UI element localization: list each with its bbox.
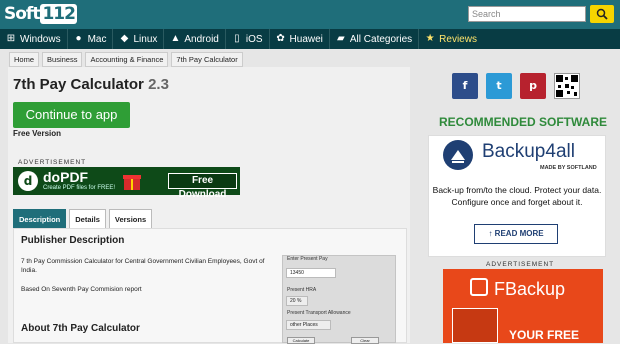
app-name: 7th Pay Calculator (13, 76, 144, 93)
nav-ios[interactable]: ▯ iOS (226, 29, 270, 49)
screenshot-field: 20 % (286, 296, 308, 306)
screenshot-field: other Places (286, 320, 331, 330)
logo-number: 112 (40, 4, 77, 24)
publisher-text: 7 th Pay Commission Calculator for Centr… (21, 258, 265, 274)
read-more-button[interactable]: ↑ READ MORE (474, 224, 558, 244)
search-button[interactable] (590, 5, 614, 23)
gift-icon (123, 175, 141, 190)
tab-bar: Description Details Versions (13, 209, 155, 230)
breadcrumb-current[interactable]: 7th Pay Calculator (171, 52, 243, 67)
search-icon (596, 8, 608, 20)
twitter-icon: t (496, 79, 502, 92)
nav-huawei[interactable]: ✿ Huawei (270, 29, 330, 49)
dopdf-logo-icon: d (18, 171, 38, 191)
nav-android[interactable]: ▲ Android (164, 29, 226, 49)
nav-label: Huawei (289, 33, 323, 45)
app-version: 2.3 (148, 76, 169, 93)
recommended-product: Backup4all (482, 141, 575, 162)
tab-details[interactable]: Details (69, 209, 106, 230)
ad-label: ADVERTISEMENT (18, 159, 87, 166)
app-screenshot[interactable]: Enter Present Pay 13450 Present HRA 20 %… (282, 255, 396, 344)
nav-label: Linux (133, 33, 158, 45)
qr-code-icon[interactable] (554, 73, 580, 99)
page-title: 7th Pay Calculator 2.3 (13, 76, 169, 94)
screenshot-label: Present Transport Allowance (287, 310, 351, 316)
twitter-share-button[interactable]: t (486, 73, 512, 99)
breadcrumb-home[interactable]: Home (9, 52, 40, 67)
tab-description[interactable]: Description (13, 209, 67, 230)
android-icon: ▲ (170, 33, 181, 44)
continue-button[interactable]: Continue to app (13, 102, 130, 128)
facebook-icon: f (462, 79, 468, 92)
nav-label: All Categories (349, 33, 413, 45)
ad-tagline: YOUR FREE (509, 328, 580, 342)
breadcrumb-accounting[interactable]: Accounting & Finance (85, 52, 169, 67)
top-header: Soft 112 Search (0, 0, 620, 29)
screenshot-label: Enter Present Pay (287, 256, 328, 262)
recommended-description: Back-up from/to the cloud. Protect your … (432, 185, 602, 207)
search-input[interactable]: Search (468, 6, 586, 22)
nav-all-categories[interactable]: ▰ All Categories (330, 29, 420, 49)
nav-label: Reviews (439, 33, 477, 45)
nav-mac[interactable]: ● Mac (68, 29, 114, 49)
nav-linux[interactable]: ◆ Linux (113, 29, 165, 49)
folder-icon: ▰ (337, 33, 345, 44)
nav-label: Mac (87, 33, 107, 45)
publisher-text-2: Based On Seventh Pay Commision report (21, 286, 142, 293)
dopdf-ad[interactable]: d doPDF Create PDF files for FREE! Free … (13, 167, 240, 200)
facebook-share-button[interactable]: f (452, 73, 478, 99)
screenshot-label: Present HRA (287, 287, 317, 293)
nav-reviews[interactable]: ★ Reviews (419, 29, 483, 49)
nav-label: Android (184, 33, 219, 45)
main-nav: ⊞ Windows ● Mac ◆ Linux ▲ Android ▯ iOS ✿ Huaw… (0, 29, 620, 49)
tab-versions[interactable]: Versions (108, 209, 153, 230)
made-by-label: MADE BY SOFTLAND (540, 165, 597, 171)
product-box-image (452, 308, 498, 343)
ad-brand: FBackup (494, 279, 566, 299)
apple-icon: ● (75, 33, 82, 44)
ad-tagline: Create PDF files for FREE! (43, 185, 116, 191)
ios-icon: ▯ (234, 33, 240, 44)
breadcrumb: Home Business Accounting & Finance 7th P… (9, 52, 246, 67)
linux-icon: ◆ (120, 33, 129, 44)
free-download-button[interactable]: Free Download (168, 173, 237, 200)
nav-label: iOS (245, 33, 263, 45)
nav-label: Windows (20, 33, 61, 45)
nav-windows[interactable]: ⊞ Windows (0, 29, 68, 49)
license-label: Free Version (13, 129, 62, 138)
fbackup-logo-icon (470, 278, 488, 296)
backup4all-logo-icon (443, 140, 473, 170)
huawei-icon: ✿ (276, 33, 285, 44)
recommended-heading: RECOMMENDED SOFTWARE (439, 115, 607, 129)
pinterest-icon: p (529, 79, 537, 92)
screenshot-field: 13450 (286, 268, 336, 278)
publisher-heading: Publisher Description (21, 235, 125, 246)
site-logo[interactable]: Soft 112 (4, 3, 77, 25)
ad-label: ADVERTISEMENT (486, 261, 555, 268)
read-more-label: READ MORE (494, 229, 544, 238)
ad-brand: doPDF (43, 169, 89, 185)
star-icon: ★ (425, 33, 435, 44)
pinterest-share-button[interactable]: p (520, 73, 546, 99)
logo-text: Soft (4, 4, 40, 24)
windows-icon: ⊞ (6, 33, 16, 44)
breadcrumb-business[interactable]: Business (42, 52, 83, 67)
about-heading: About 7th Pay Calculator (21, 323, 140, 334)
